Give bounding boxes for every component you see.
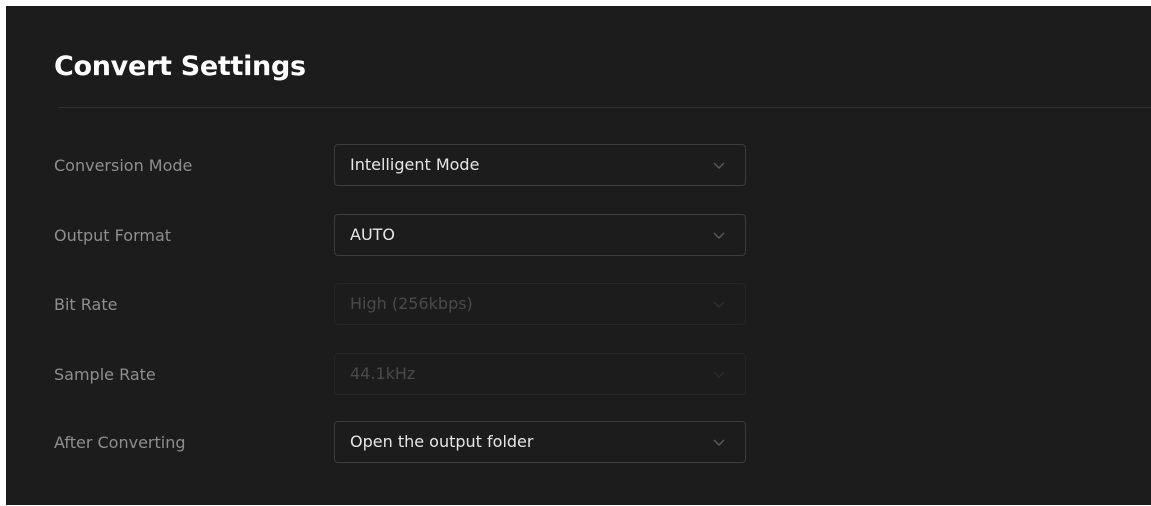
conversion-mode-label: Conversion Mode xyxy=(54,156,193,175)
setting-row-after-converting: After Converting Open the output folder xyxy=(6,421,1151,465)
sample-rate-label: Sample Rate xyxy=(54,365,156,384)
title-divider xyxy=(58,107,1151,108)
chevron-down-icon xyxy=(711,157,727,173)
chevron-down-icon xyxy=(711,366,727,382)
bit-rate-dropdown: High (256kbps) xyxy=(334,283,746,325)
setting-row-conversion-mode: Conversion Mode Intelligent Mode xyxy=(6,144,1151,188)
page-title: Convert Settings xyxy=(54,51,306,82)
conversion-mode-dropdown[interactable]: Intelligent Mode xyxy=(334,144,746,186)
chevron-down-icon xyxy=(711,296,727,312)
setting-row-sample-rate: Sample Rate 44.1kHz xyxy=(6,353,1151,397)
output-format-label: Output Format xyxy=(54,226,172,245)
setting-row-bit-rate: Bit Rate High (256kbps) xyxy=(6,283,1151,327)
setting-row-output-format: Output Format AUTO xyxy=(6,214,1151,258)
sample-rate-dropdown: 44.1kHz xyxy=(334,353,746,395)
conversion-mode-value: Intelligent Mode xyxy=(350,155,480,174)
bit-rate-value: High (256kbps) xyxy=(350,294,473,313)
chevron-down-icon xyxy=(711,227,727,243)
after-converting-dropdown[interactable]: Open the output folder xyxy=(334,421,746,463)
output-format-dropdown[interactable]: AUTO xyxy=(334,214,746,256)
chevron-down-icon xyxy=(711,434,727,450)
output-format-value: AUTO xyxy=(350,225,396,244)
convert-settings-panel: Convert Settings Conversion Mode Intelli… xyxy=(6,6,1151,505)
after-converting-value: Open the output folder xyxy=(350,432,534,451)
after-converting-label: After Converting xyxy=(54,433,186,452)
sample-rate-value: 44.1kHz xyxy=(350,364,416,383)
bit-rate-label: Bit Rate xyxy=(54,295,118,314)
